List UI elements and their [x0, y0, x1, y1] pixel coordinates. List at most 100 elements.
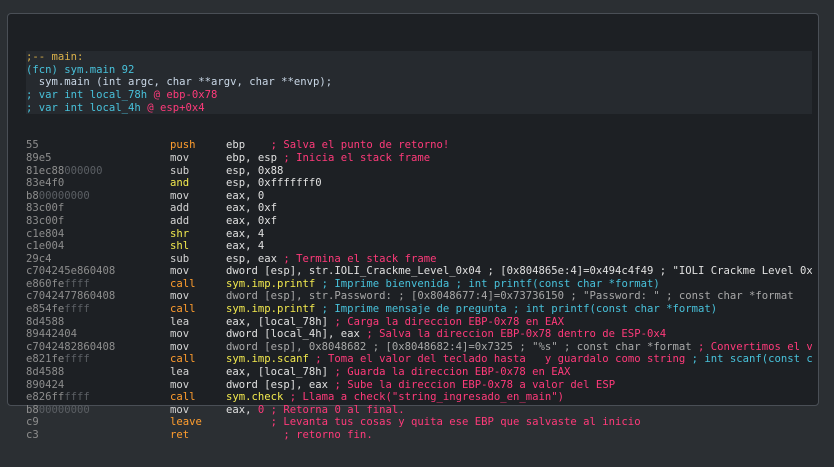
- opcode-bytes-text: 83e4f0: [26, 177, 65, 190]
- operand-text: ; Inicia el stack frame: [277, 151, 431, 164]
- instruction-row[interactable]: 29c4 sub esp, eax ; Termina el stack frame: [26, 253, 812, 266]
- mnemonic: and: [170, 177, 190, 190]
- mnemonic: call: [170, 391, 196, 404]
- instruction-row[interactable]: e860feffff call sym.imp.printf ; Imprime b…: [26, 278, 812, 291]
- opcode-bytes: 89e5: [26, 152, 170, 165]
- instruction-row[interactable]: 89442404 mov dword [local_4h], eax ; Salva…: [26, 328, 812, 341]
- opcode-bytes: c1e004: [26, 240, 170, 253]
- operand-text: ; Retorna 0 al final.: [264, 403, 405, 416]
- mnemonic: call: [170, 277, 196, 290]
- operand-text: ; Imprime mensaje de pregunta ; int prin…: [315, 303, 718, 316]
- header-line: sym.main (int argc, char **argv, char **…: [26, 76, 812, 89]
- opcode-bytes-text: c704245e860408: [26, 265, 116, 278]
- instruction-row[interactable]: b800000000 mov eax, 0: [26, 190, 812, 203]
- instruction-row[interactable]: 890424 mov dword [esp], eax ; Sube la dire…: [26, 379, 812, 392]
- instruction-list: 55 push ebp ; Salva el punto de retorno! 89…: [26, 139, 812, 441]
- instruction-row[interactable]: 81ec88000000 sub esp, 0x88: [26, 165, 812, 178]
- opcode-bytes-text: 83c00f: [26, 214, 65, 227]
- instruction-row[interactable]: e821feffff call sym.imp.scanf ; Toma el va…: [26, 353, 812, 366]
- operand-text: dword [esp], eax: [226, 378, 329, 391]
- opcode-bytes-text: 89e5: [26, 151, 52, 164]
- opcode-bytes-text: 29c4: [26, 252, 52, 265]
- opcode-bytes: 29c4: [26, 253, 170, 266]
- opcode-bytes-text: 8d4588: [26, 315, 65, 328]
- instruction-row[interactable]: e854feffff call sym.imp.printf ; Imprime m…: [26, 303, 812, 316]
- instruction-row[interactable]: 83c00f add eax, 0xf: [26, 215, 812, 228]
- operand-text: eax, 0: [226, 189, 265, 202]
- operand-text: ; Toma el valor del teclado hasta y guar…: [308, 353, 686, 366]
- instruction-row[interactable]: 8d4588 lea eax, [local_78h] ; Carga la dir…: [26, 316, 812, 329]
- disassembly-listing[interactable]: ;-- main: (fcn) sym.main 92 sym.main (int…: [26, 26, 812, 467]
- opcode-bytes: c704245e860408: [26, 265, 170, 278]
- opcode-bytes-text: 55: [26, 139, 39, 152]
- instruction-row[interactable]: 83c00f add eax, 0xf: [26, 202, 812, 215]
- header-text: sym.main (int argc, char **argv, char **…: [26, 76, 333, 89]
- opcode-bytes-text: b8: [26, 403, 39, 416]
- header-text: (fcn) sym.main 92: [26, 63, 135, 76]
- instruction-row[interactable]: c7042477860408 mov dword [esp], str.Passwo…: [26, 290, 812, 303]
- instruction-row[interactable]: 89e5 mov ebp, esp ; Inicia el stack frame: [26, 152, 812, 165]
- instruction-row[interactable]: c9 leave ; Levanta tus cosas y quita ese …: [26, 416, 812, 429]
- instruction-row[interactable]: c1e004 shl eax, 4: [26, 240, 812, 253]
- header-line: (fcn) sym.main 92: [26, 64, 812, 77]
- opcode-bytes-text: e854fe: [26, 303, 65, 316]
- mnemonic: ret: [170, 429, 190, 441]
- opcode-bytes: 89442404: [26, 328, 170, 341]
- mnemonic: add: [170, 202, 190, 215]
- header-text: ;-- main:: [26, 51, 84, 64]
- mnemonic: mov: [170, 403, 190, 416]
- opcode-bytes: c7042477860408: [26, 290, 170, 303]
- instruction-row[interactable]: c1e804 shr eax, 4: [26, 228, 812, 241]
- operand-text: eax, [local_78h]: [226, 366, 329, 379]
- operand-text: dword [esp], str.Password: ; [0x8048677:…: [226, 290, 794, 303]
- opcode-bytes-dim: 00000000: [38, 403, 90, 416]
- operand-text: sym.imp.scanf: [226, 353, 309, 366]
- mnemonic: mov: [170, 328, 190, 341]
- mnemonic: mov: [170, 151, 190, 164]
- opcode-bytes: e826ffffff: [26, 391, 170, 404]
- header-line: ; var int local_4h @ esp+0x4: [26, 102, 812, 115]
- instruction-row[interactable]: e826ffffff call sym.check ; Llama a check(…: [26, 391, 812, 404]
- opcode-bytes: 83e4f0: [26, 177, 170, 190]
- instruction-row[interactable]: c3 ret ; retorno fin.: [26, 429, 812, 442]
- opcode-bytes: 55: [26, 139, 170, 152]
- header-part: @ ebp-0x78: [153, 88, 218, 101]
- instruction-row[interactable]: c7042482860408 mov dword [esp], 0x8048682 …: [26, 341, 812, 354]
- operand-text: sym.imp.printf: [226, 303, 316, 316]
- operand-text: eax, 4: [226, 227, 265, 240]
- mnemonic: lea: [170, 315, 190, 328]
- operand-text: ; Convertimos el va...: [697, 340, 812, 353]
- operand-text: ; retorno fin.: [226, 429, 373, 441]
- mnemonic: mov: [170, 265, 190, 278]
- operand-text: ; Guarda la direccion EBP-0x78 en EAX: [328, 366, 571, 379]
- opcode-bytes: e860feffff: [26, 278, 170, 291]
- operand-text: ; int scanf(const ch...: [691, 353, 812, 366]
- opcode-bytes-text: e826ff: [26, 391, 65, 404]
- instruction-row[interactable]: 55 push ebp ; Salva el punto de retorno!: [26, 139, 812, 152]
- opcode-bytes: 8d4588: [26, 316, 170, 329]
- opcode-bytes: 890424: [26, 379, 170, 392]
- instruction-row[interactable]: b800000000 mov eax, 0 ; Retorna 0 al final…: [26, 404, 812, 417]
- opcode-bytes: c9: [26, 416, 170, 429]
- opcode-bytes: 81ec88000000: [26, 165, 170, 178]
- opcode-bytes-dim: 000000: [64, 164, 103, 177]
- operand-text: ; Imprime bienvenida ; int printf(const …: [315, 277, 660, 290]
- opcode-bytes: c1e804: [26, 228, 170, 241]
- header-line: ;-- main:: [26, 51, 812, 64]
- opcode-bytes-text: c7042477860408: [26, 290, 116, 303]
- instruction-row[interactable]: c704245e860408 mov dword [esp], str.IOLI_C…: [26, 265, 812, 278]
- opcode-bytes-text: c7042482860408: [26, 340, 116, 353]
- opcode-bytes-text: e860fe: [26, 277, 65, 290]
- operand-text: dword [esp], 0x8048682 ; [0x8048682:4]=0…: [226, 340, 692, 353]
- opcode-bytes-text: c9: [26, 416, 39, 429]
- instruction-row[interactable]: 83e4f0 and esp, 0xfffffff0: [26, 177, 812, 190]
- opcode-bytes-text: b8: [26, 189, 39, 202]
- opcode-bytes-text: 83c00f: [26, 202, 65, 215]
- mnemonic: call: [170, 303, 196, 316]
- operand-text: ; Termina el stack frame: [277, 252, 437, 265]
- disassembly-panel: ;-- main: (fcn) sym.main 92 sym.main (int…: [7, 13, 819, 441]
- operand-text: ; Carga la direccion EBP-0x78 en EAX: [328, 315, 565, 328]
- operand-text: ; Salva la direccion EBP-0x78 dentro de …: [359, 328, 667, 341]
- mnemonic: push: [170, 139, 196, 152]
- instruction-row[interactable]: 8d4588 lea eax, [local_78h] ; Guarda la di…: [26, 366, 812, 379]
